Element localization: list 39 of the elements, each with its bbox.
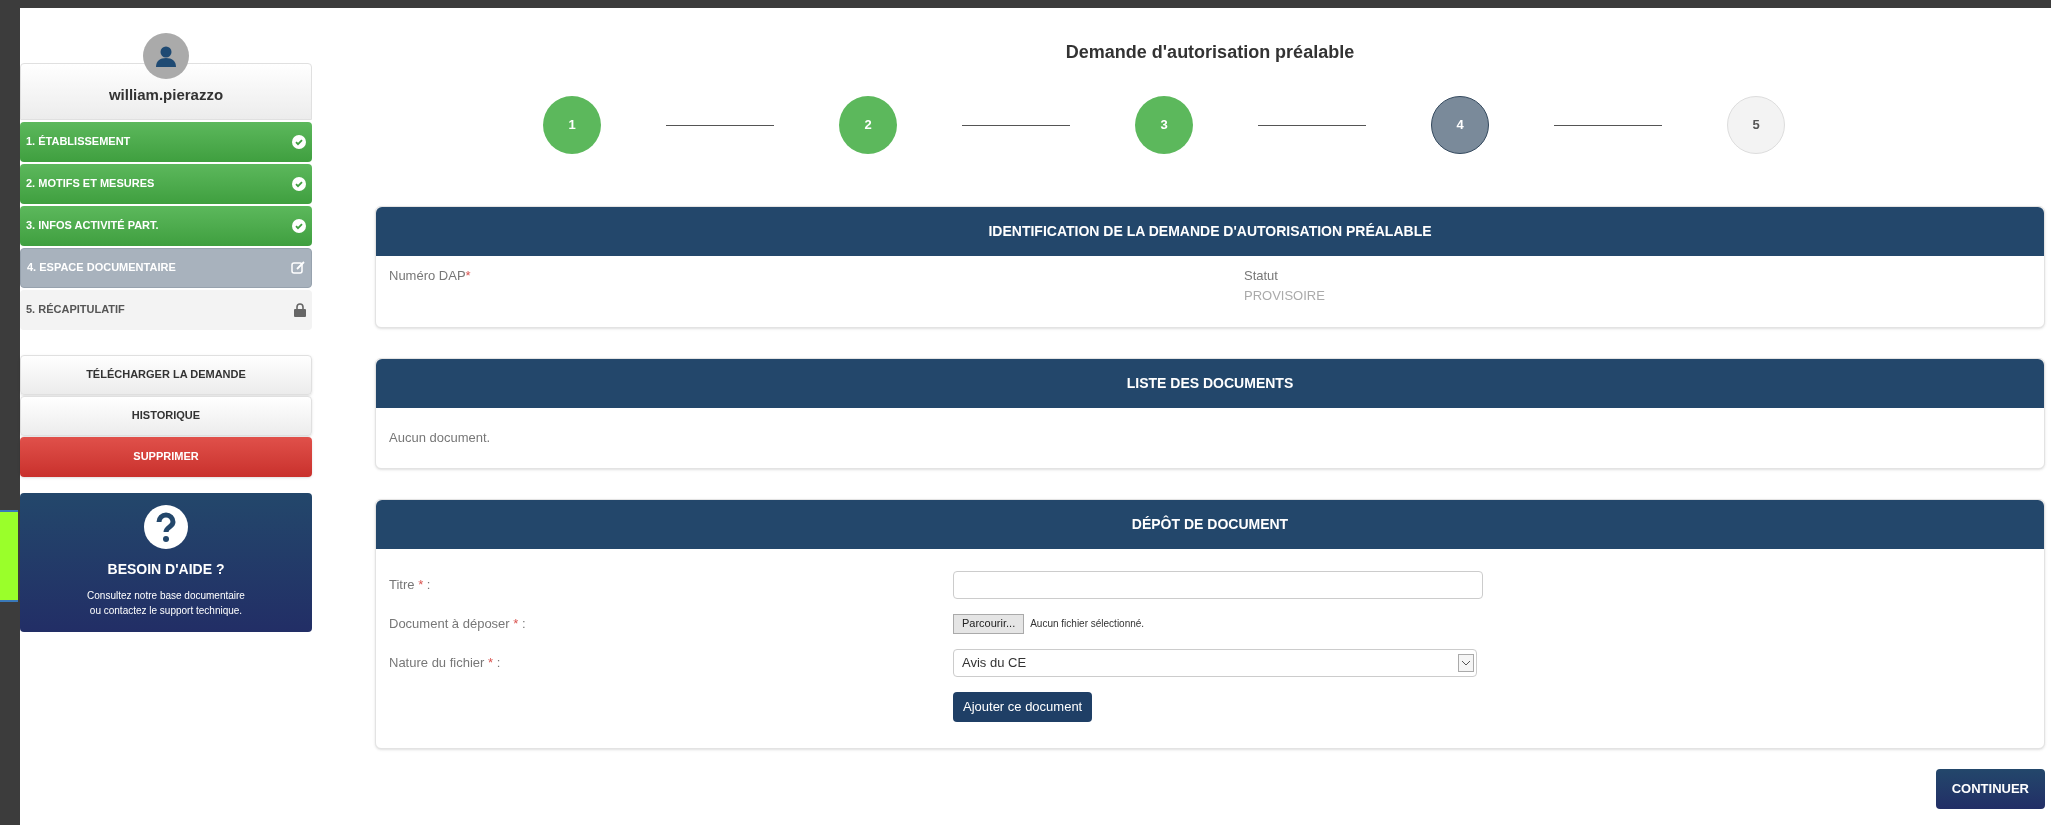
label-colon: : xyxy=(425,576,431,592)
field-label: Statut xyxy=(1244,267,1279,285)
sidebar-button[interactable]: TÉLÉCHARGER LA DEMANDE xyxy=(20,354,312,395)
chevron-down-icon xyxy=(1458,653,1474,672)
check-circle-icon xyxy=(292,176,306,191)
label-colon: : xyxy=(521,615,526,631)
check-circle-icon xyxy=(292,134,306,149)
panel-header: LISTE DES DOCUMENTS xyxy=(376,359,2044,408)
add-document-button[interactable]: Ajouter ce document xyxy=(953,691,1093,722)
field-label: Nature du fichier xyxy=(389,654,486,670)
field-label: Document à déposer xyxy=(389,615,511,631)
status-value: PROVISOIRE xyxy=(1244,286,1325,305)
file-status: Aucun fichier sélectionné. xyxy=(1030,617,1145,631)
browse-button[interactable]: Parcourir... xyxy=(953,613,1025,634)
help-text: Consultez notre base documentaire ou contactez le support technique. xyxy=(86,588,246,618)
page-title: Demande d'autorisation préalable xyxy=(1065,40,1355,64)
file-type-select[interactable]: Avis du CE xyxy=(953,648,1477,677)
title-input[interactable] xyxy=(953,570,1483,599)
username: william.pierazzo xyxy=(108,85,224,105)
sidebar-item[interactable]: 5. RÉCAPITULATIF xyxy=(20,289,312,330)
edit-icon xyxy=(291,260,305,275)
required-mark: * xyxy=(418,576,424,592)
continue-button[interactable]: CONTINUER xyxy=(1935,768,2045,809)
field-label: Numéro DAP xyxy=(389,268,466,283)
sidebar-button[interactable]: HISTORIQUE xyxy=(20,395,312,436)
check-circle-icon xyxy=(292,218,306,233)
lock-icon xyxy=(294,302,306,317)
panel-header: IDENTIFICATION DE LA DEMANDE D'AUTORISATION PRÉALABLE xyxy=(376,207,2044,256)
user-icon xyxy=(155,45,177,67)
required-mark: * xyxy=(513,615,519,631)
help-title: BESOIN D'AIDE ? xyxy=(107,559,225,579)
help-icon xyxy=(144,504,188,549)
empty-message: Aucun document. xyxy=(389,430,491,445)
label-colon: : xyxy=(495,654,501,670)
required-mark: * xyxy=(488,654,494,670)
required-mark: * xyxy=(465,268,471,283)
field-label: Titre xyxy=(389,576,416,592)
delete-button[interactable]: SUPPRIMER xyxy=(20,436,312,477)
panel-header: DÉPÔT DE DOCUMENT xyxy=(376,499,2044,549)
